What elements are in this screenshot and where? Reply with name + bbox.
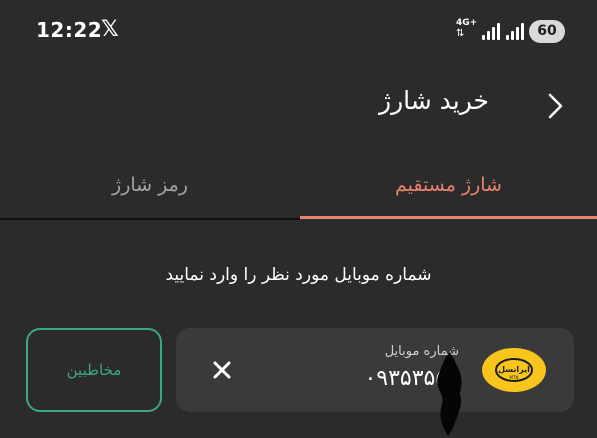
instruction-text: شماره موبایل مورد نظر را وارد نمایید	[165, 265, 432, 285]
close-icon	[213, 361, 231, 379]
signal-strength-icon-secondary	[506, 20, 524, 40]
app-header: خرید شارژ	[0, 70, 597, 140]
tab-divider	[0, 218, 300, 220]
operator-logo-text: ایرانسل	[498, 365, 530, 374]
status-bar: 12:22 𝕏 4G+ ⇅ 60	[0, 0, 597, 64]
network-type-label: 4G+	[456, 18, 478, 28]
clear-button[interactable]	[206, 354, 238, 386]
phone-number-field[interactable]: شماره موبایل ۰۹۳۵۳۵۵۳ ایرانسل MTN	[176, 328, 574, 412]
tab-direct-charge[interactable]: شارژ مستقیم	[300, 150, 597, 216]
battery-indicator: 60	[529, 20, 565, 43]
irancell-logo-icon: ایرانسل MTN	[495, 358, 533, 382]
x-logo-icon: 𝕏	[101, 17, 119, 42]
back-button[interactable]	[540, 90, 572, 122]
phone-field-label: شماره موبایل	[384, 344, 459, 359]
network-type-indicator: 4G+ ⇅	[456, 18, 480, 44]
charge-tabs: شارژ مستقیم رمز شارژ	[0, 150, 597, 220]
data-arrows-icon: ⇅	[456, 28, 465, 39]
operator-logo-subtext: MTN	[510, 375, 519, 380]
status-time: 12:22	[36, 18, 103, 42]
page-title: خرید شارژ	[379, 86, 489, 115]
phone-field-value[interactable]: ۰۹۳۵۳۵۵۳	[364, 366, 459, 391]
contacts-button[interactable]: مخاطبین	[26, 328, 162, 412]
active-tab-indicator	[300, 216, 597, 219]
signal-strength-icon	[482, 20, 500, 40]
chevron-right-icon	[548, 93, 563, 119]
tab-charge-code[interactable]: رمز شارژ	[0, 150, 300, 216]
operator-logo: ایرانسل MTN	[482, 348, 546, 392]
